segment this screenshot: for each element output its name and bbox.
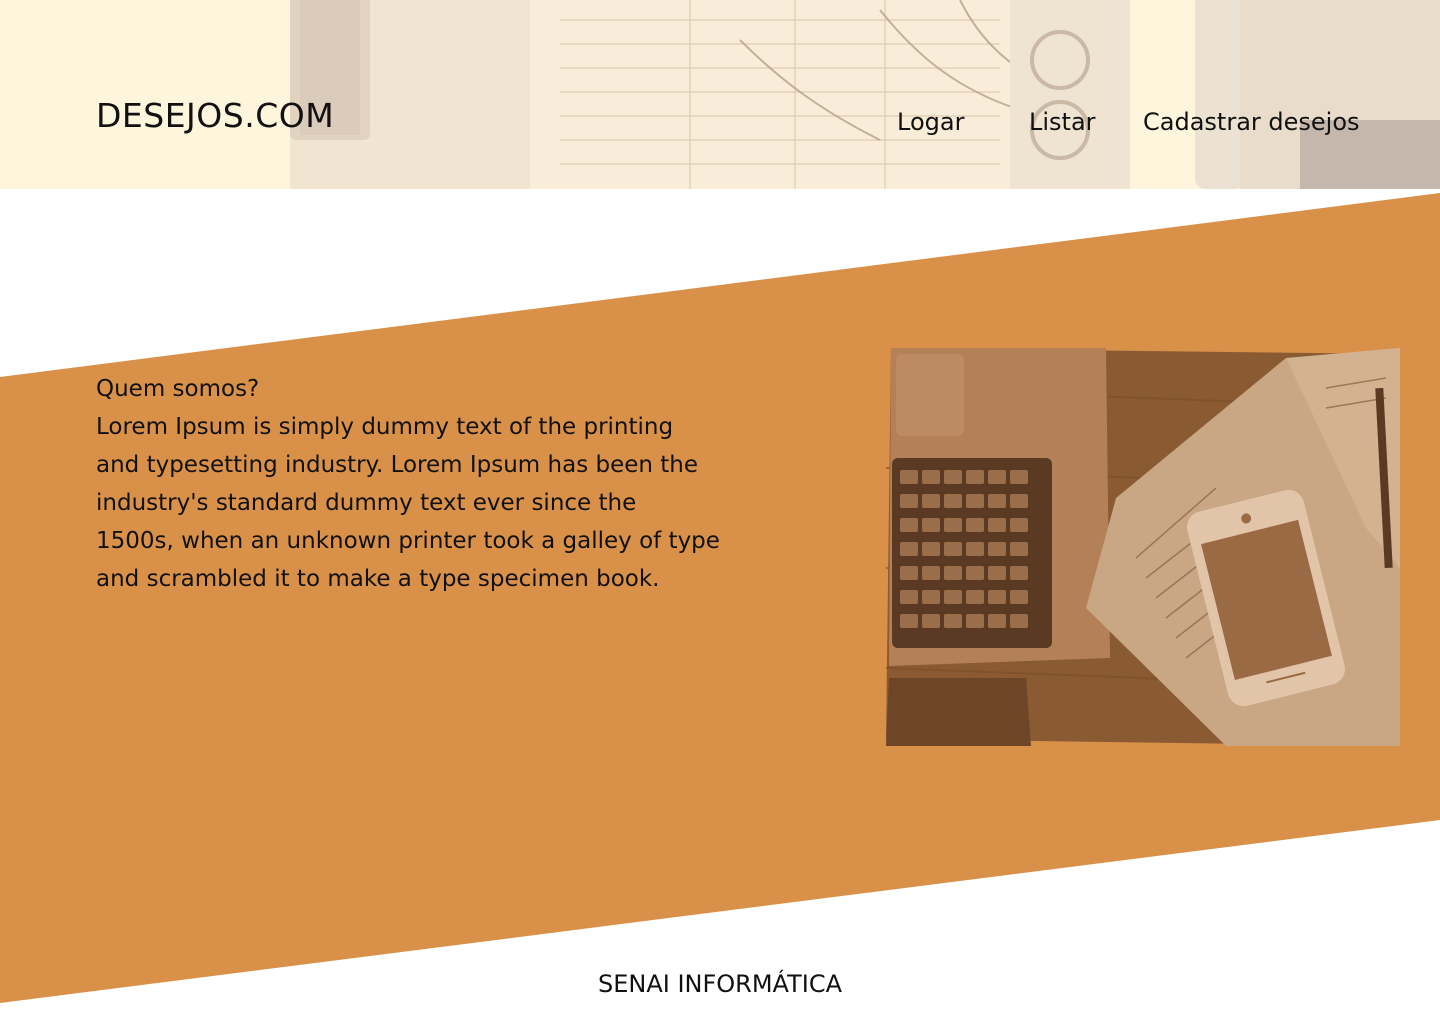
footer-text: SENAI INFORMÁTICA: [597, 970, 843, 998]
desk-photo: [886, 348, 1400, 746]
about-section: Quem somos? Lorem Ipsum is simply dummy …: [96, 372, 776, 598]
page: DESEJOS.COM Logar Listar Cadastrar desej…: [0, 0, 1440, 1024]
about-body-text: Lorem Ipsum is simply dummy text of the …: [96, 414, 720, 592]
about-title: Quem somos?: [96, 376, 260, 402]
footer: SENAI INFORMÁTICA: [0, 970, 1440, 998]
